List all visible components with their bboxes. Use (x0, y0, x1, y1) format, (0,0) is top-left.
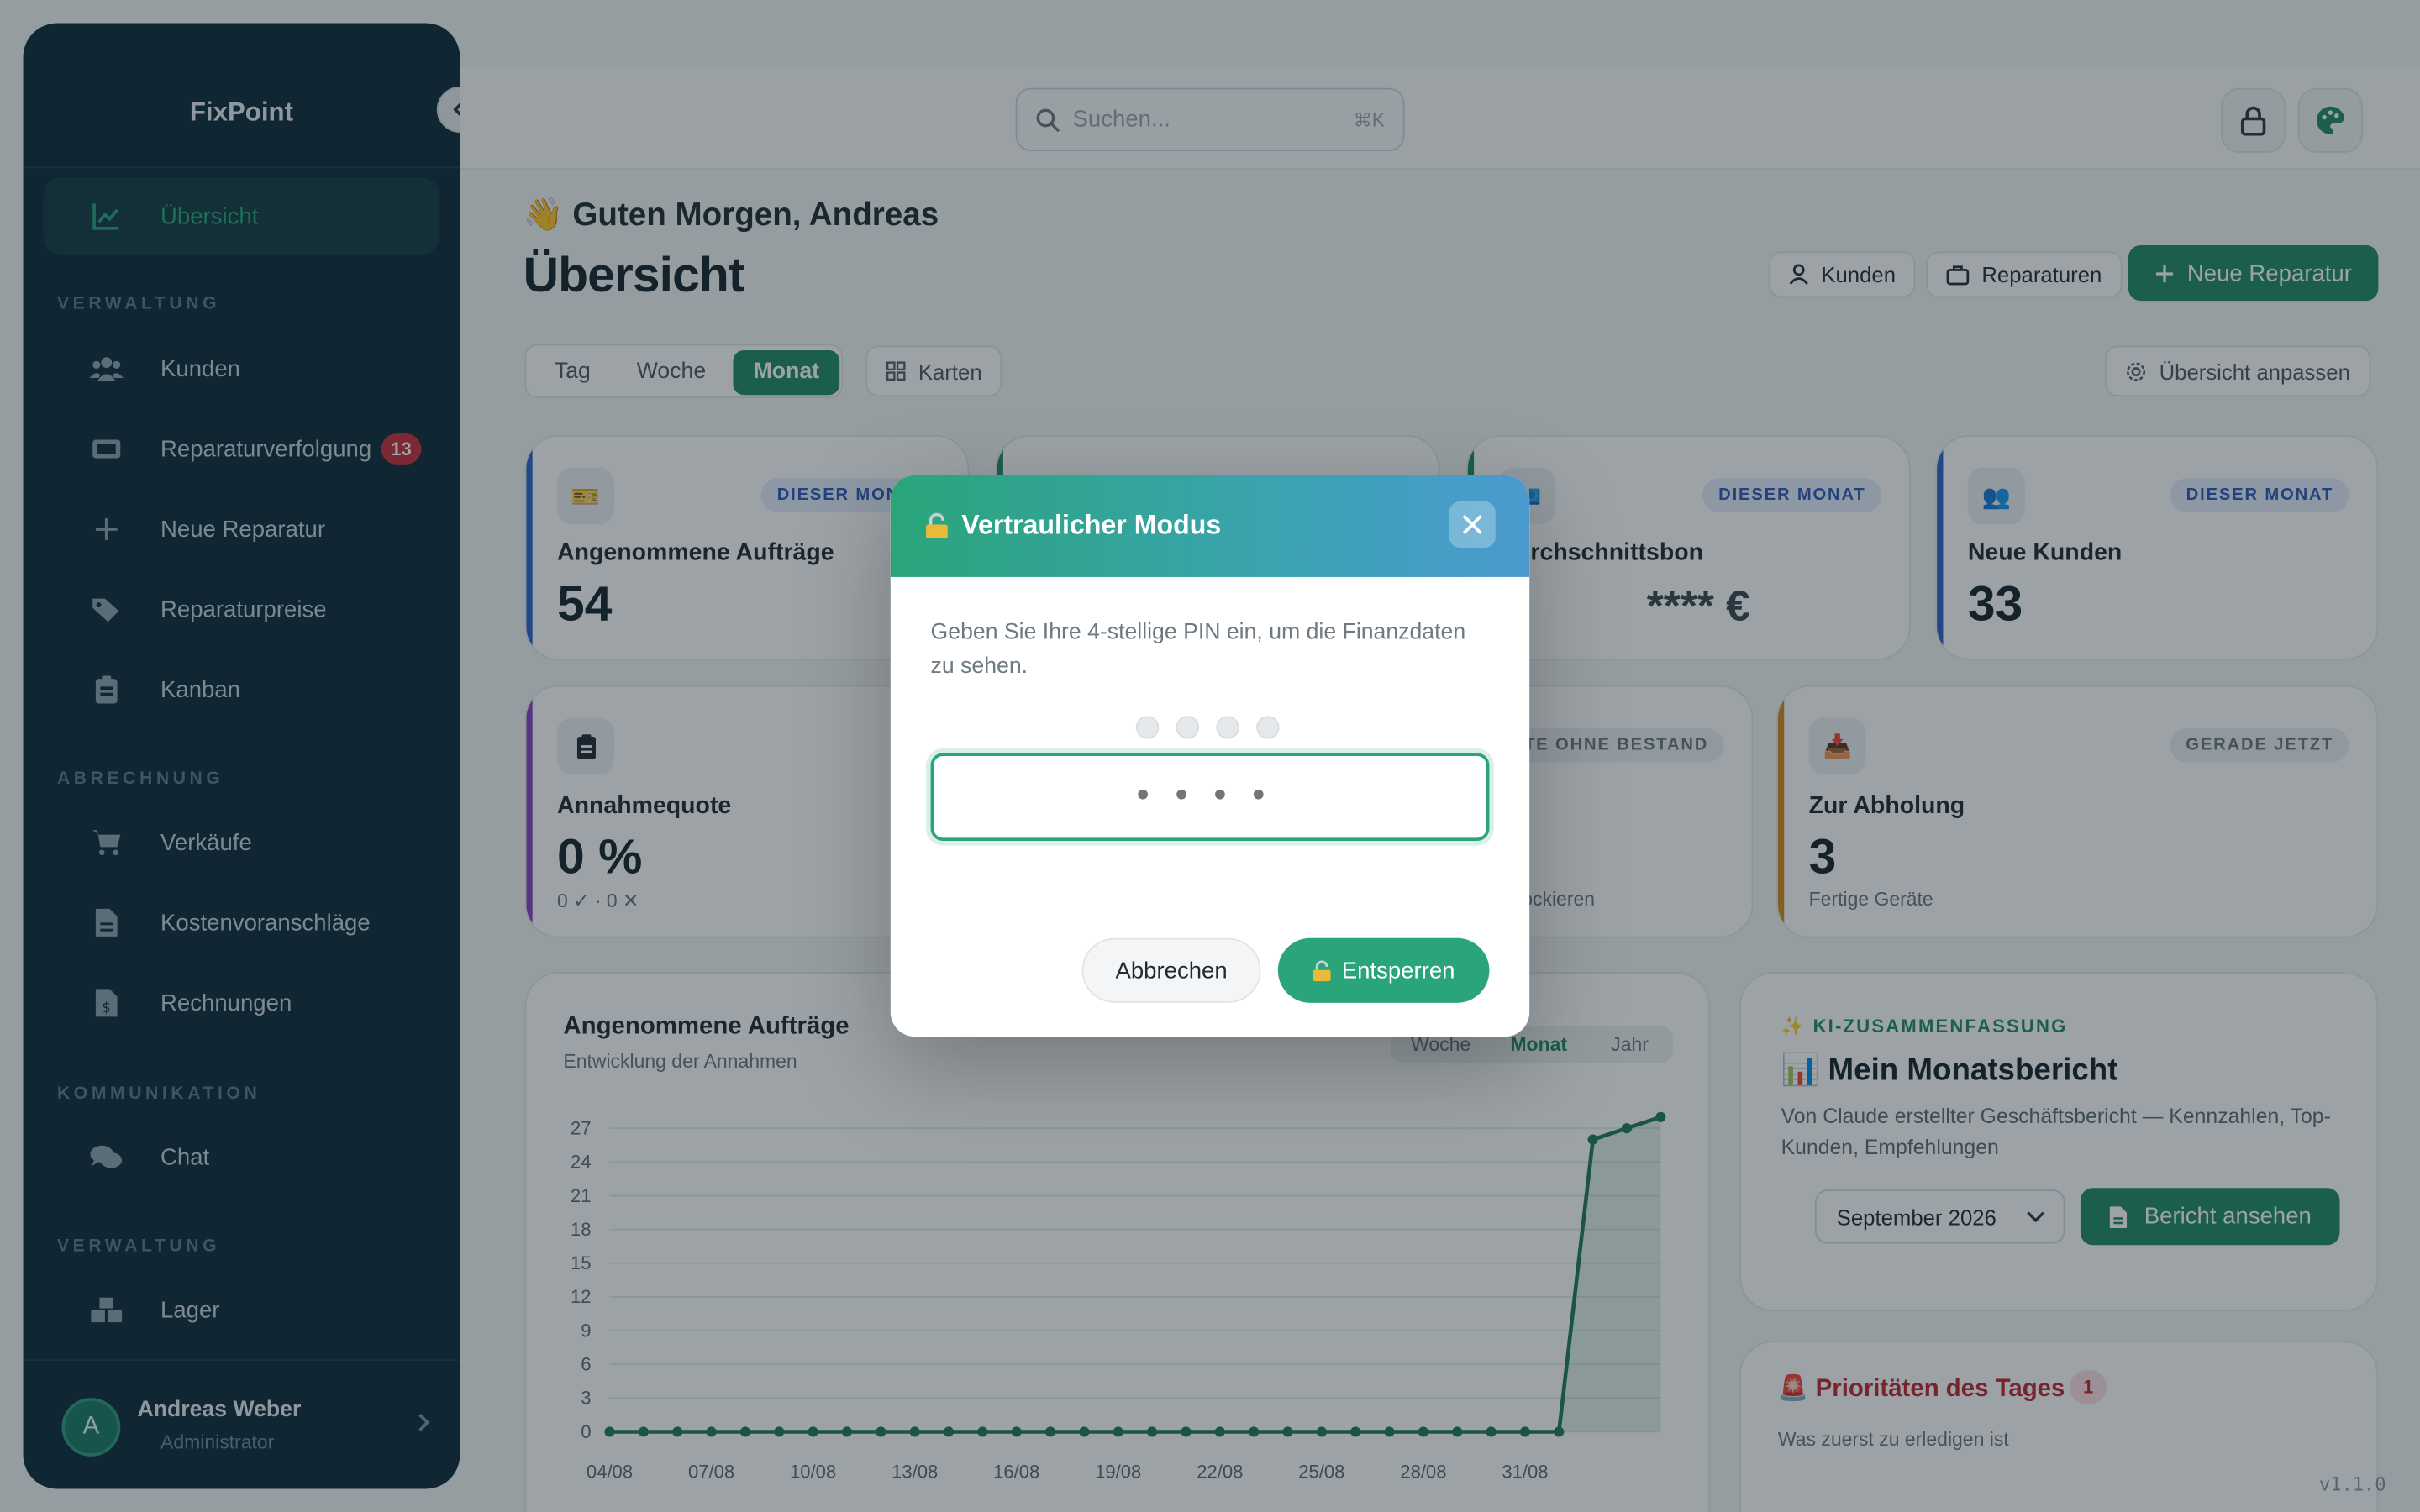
close-button[interactable] (1449, 501, 1496, 549)
lock-icon (924, 512, 949, 539)
pin-dot (1216, 716, 1239, 739)
dialog-message: Geben Sie Ihre 4-stellige PIN ein, um di… (930, 620, 1466, 680)
dialog-header: Vertraulicher Modus (890, 475, 1530, 577)
pin-dot (1256, 716, 1280, 739)
cancel-button[interactable]: Abbrechen (1081, 937, 1261, 1003)
close-icon (1463, 515, 1482, 534)
pin-dot (1176, 716, 1200, 739)
dialog-title: Vertraulicher Modus (924, 509, 1221, 542)
pin-input[interactable] (930, 753, 1490, 842)
lock-icon (1313, 959, 1333, 983)
pin-dot (1135, 716, 1160, 739)
unlock-label: Entsperren (1341, 957, 1455, 984)
dialog-title-text: Vertraulicher Modus (961, 509, 1222, 540)
unlock-button[interactable]: Entsperren (1277, 937, 1490, 1003)
confidential-mode-dialog: Vertraulicher Modus Geben Sie Ihre 4-ste… (890, 475, 1530, 1037)
